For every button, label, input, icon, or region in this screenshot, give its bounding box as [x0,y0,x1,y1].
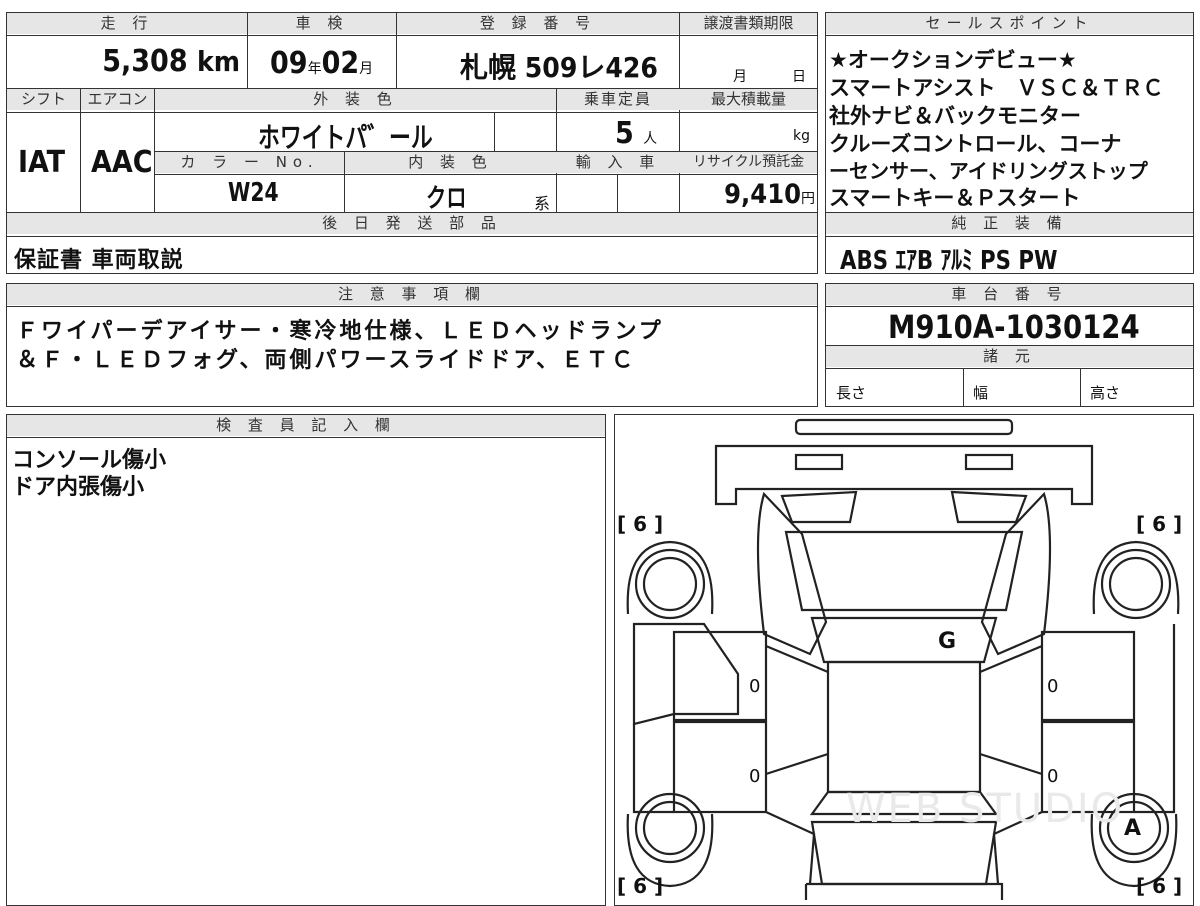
wiper-right-shape [950,490,1028,524]
equipment-item: ABS [840,246,889,276]
notes-header: 注 意 事 項 欄 [7,284,817,305]
roof-panel-shape [826,660,982,794]
wheel-fl-outer [634,548,706,620]
interior-value: クロ [426,184,467,214]
color-no-value: W24 [228,178,279,208]
side-right-shape [979,624,1176,885]
maxload-unit: kg [793,128,810,144]
equipment-item: PS [979,246,1011,276]
door-mark-fr: 0 [1047,676,1059,697]
inspection-header: 車 検 [248,13,396,34]
inspector-header: 検 査 員 記 入 欄 [7,415,605,436]
registration-header: 登 録 番 号 [397,13,679,34]
door-mark-rr: 0 [1047,766,1059,787]
shift-header: シフト [7,89,80,110]
shift-value: IAT [18,145,66,180]
door-mark-fl: 0 [749,676,761,697]
notes-line-2: ＆Ｆ・ＬＥＤフォグ、両側パワースライドドア、ＥＴＣ [16,348,637,373]
arch-fr-shape [1092,540,1180,615]
front-bumper-shape [794,418,1014,436]
windshield-mark: G [938,629,957,654]
exterior-header: 外 装 色 [155,89,556,110]
sales-point-line-4: クルーズコントロール、コーナ [829,132,1122,156]
sales-point-line-1: ★オークションデビュー★ [829,48,1077,72]
wheel-rl-inner [642,800,698,856]
notes-line-1: Ｆワイパーデアイサー・寒冷地仕様、ＬＥＤヘッドランプ [16,319,664,344]
sales-point-line-2: スマートアシスト ＶＳＣ＆ＴＲＣ [829,76,1164,100]
mileage-unit: km [197,45,240,78]
watermark: WEB STUDIO [846,786,1125,832]
width-label: 幅 [973,384,989,402]
registration-value: 札幌 509レ426 [460,51,658,84]
headlight-left-shape [794,453,844,471]
height-label: 高さ [1090,384,1121,402]
sales-point-header: セールスポイント [826,13,1193,34]
spec-header: 諸 元 [826,346,1193,367]
maxload-header: 最大積載量 [680,89,817,110]
mileage-value: 5,308 km [102,44,240,79]
wheel-fr-inner [1108,556,1164,612]
wheel-rr-mark: A [1124,816,1142,841]
chassis-header: 車 台 番 号 [826,284,1193,305]
later-parts-value: 保証書 車両取説 [14,248,184,273]
equipment-list: ABS ｴｱB ｱﾙﾐ PS PW [840,240,1058,277]
tread-fl: [ 6 ] [617,512,664,536]
recycle-header: リサイクル預託金 [680,152,817,173]
sales-point-line-5: ーセンサー、アイドリングストップ [829,159,1148,183]
hood-shape [714,444,1094,506]
ac-header: エアコン [81,89,154,110]
deadline-header: 譲渡書類期限 [680,13,817,34]
equipment-item: PW [1018,246,1058,276]
sales-point-line-6: スマートキー＆Ｐスタート [829,186,1081,210]
tread-rr: [ 6 ] [1136,874,1183,898]
wheel-fr-outer [1100,548,1172,620]
equipment-item: ｱﾙﾐ [940,246,973,276]
tread-fr: [ 6 ] [1136,512,1183,536]
color-no-header: カ ラ ー No. [155,152,344,173]
later-parts-header: 後 日 発 送 部 品 [7,213,817,234]
deadline-day-unit: 日 [792,69,806,85]
length-label: 長さ [836,384,867,402]
interior-unit: 系 [534,194,551,213]
inspector-line-2: ドア内張傷小 [12,475,145,500]
chassis-number: M910A-1030124 [888,308,1140,346]
tread-rl: [ 6 ] [617,874,664,898]
wheel-rl-outer [634,792,706,864]
equipment-header: 純 正 装 備 [826,213,1193,234]
exterior-value: ホワイトパ゛ール [258,121,433,154]
door-mark-rl: 0 [749,766,761,787]
arch-fl-shape [626,540,714,615]
sales-point-line-3: 社外ナビ＆バックモニター [829,104,1081,128]
ac-value: AAC [91,145,153,180]
deadline-month-unit: 月 [733,69,747,85]
headlight-right-shape [964,453,1014,471]
rear-bumper-shape [804,882,1004,900]
mileage-header: 走 行 [7,13,247,34]
capacity-header: 乗車定員 [557,89,679,110]
windshield-shape [784,530,1024,612]
side-left-shape [632,622,740,726]
wheel-fl-inner [642,556,698,612]
roof-shape [810,616,998,664]
inspection-value: 09年02月 [270,46,374,81]
rocker-left-shape [765,644,829,776]
wiper-left-shape [780,490,858,524]
capacity-value: 5 人 [615,116,658,151]
interior-header: 内 装 色 [345,152,556,173]
recycle-value: 9,410円 [724,179,815,210]
equipment-item: ｴｱB [895,246,934,276]
import-header: 輸 入 車 [557,152,679,173]
